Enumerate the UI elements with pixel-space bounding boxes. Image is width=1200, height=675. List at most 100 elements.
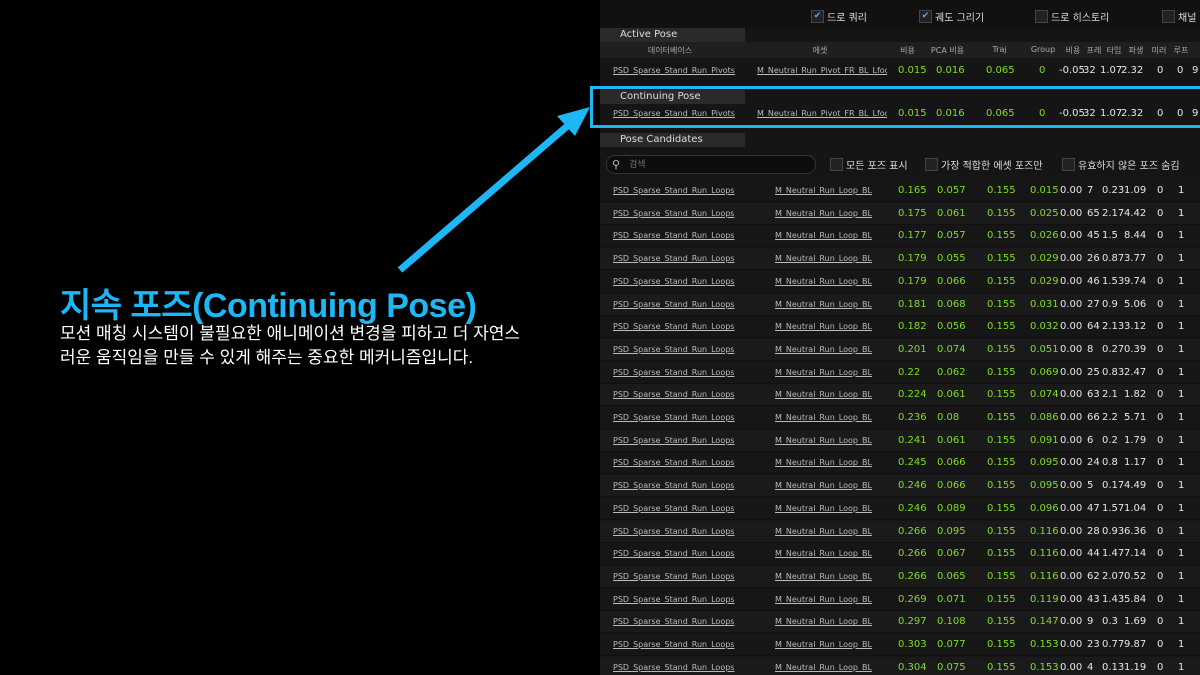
candidate-row[interactable]: PSD_Sparse_Stand_Run_Loops M_Neutral_Run_… (600, 338, 1200, 361)
col-c9[interactable]: 미러 (1150, 45, 1168, 56)
candidate-row[interactable]: PSD_Sparse_Stand_Run_Loops M_Neutral_Run_… (600, 565, 1200, 588)
candidate-row[interactable]: PSD_Sparse_Stand_Run_Loops M_Neutral_Run_… (600, 384, 1200, 407)
show-all-poses-label: 모든 포즈 표시 (846, 161, 908, 172)
candidate-row[interactable]: PSD_Sparse_Stand_Run_Loops M_Neutral_Run_… (600, 497, 1200, 520)
candidate-a-cell: 0.00 (1060, 639, 1083, 650)
candidate-f-cell: 1 (1178, 434, 1185, 446)
candidate-cost-cell: 0.165 (898, 185, 927, 196)
candidate-b-cell: 45 (1087, 230, 1100, 242)
candidate-row[interactable]: PSD_Sparse_Stand_Run_Loops M_Neutral_Run_… (600, 202, 1200, 225)
active-pose-header[interactable]: Active Pose (600, 28, 745, 42)
column-header-row: 데이터베이스 에셋 비용 PCA 비용 Traj Group 비용 프레 타임 … (600, 42, 1200, 58)
slide-title: 지속 포즈(Continuing Pose) (60, 287, 477, 325)
candidate-d-cell: 3.12 (1124, 321, 1147, 333)
col-asset[interactable]: 에셋 (750, 45, 890, 56)
candidate-row[interactable]: PSD_Sparse_Stand_Run_Loops M_Neutral_Run_… (600, 588, 1200, 611)
col-c10[interactable]: 루프 (1172, 45, 1190, 56)
candidate-db-cell: PSD_Sparse_Stand_Run_Loops (613, 413, 735, 422)
candidate-c-cell: 0.3 (1102, 616, 1118, 628)
col-c5[interactable]: 비용 (1063, 45, 1083, 56)
traj-cell: 0.065 (986, 65, 1015, 76)
candidate-f-cell: 1 (1178, 253, 1185, 265)
candidate-row[interactable]: PSD_Sparse_Stand_Run_Loops M_Neutral_Run_… (600, 225, 1200, 248)
candidate-asset-cell: M_Neutral_Run_Loop_BL (775, 231, 872, 241)
search-box[interactable]: ⚲ (606, 155, 816, 174)
col-c6[interactable]: 프레 (1085, 45, 1103, 56)
candidate-f-cell: 1 (1178, 548, 1185, 560)
col-c8[interactable]: 파생 (1125, 45, 1147, 56)
candidate-db-cell: PSD_Sparse_Stand_Run_Loops (613, 344, 735, 354)
candidate-pca-cell: 0.067 (937, 548, 966, 560)
candidate-a-cell: 0.00 (1060, 343, 1083, 355)
candidate-d-cell: 6.36 (1124, 525, 1147, 537)
candidate-b-cell: 63 (1087, 389, 1100, 401)
hide-invalid-checkbox[interactable]: 유효하지 않은 포즈 숨김 (1062, 157, 1180, 172)
pose-candidates-header[interactable]: Pose Candidates (600, 133, 745, 147)
candidate-db-cell: PSD_Sparse_Stand_Run_Loops (613, 594, 735, 604)
candidate-f-cell: 1 (1178, 389, 1185, 401)
candidate-asset-cell: M_Neutral_Run_Loop_BL (775, 571, 872, 581)
candidate-row[interactable]: PSD_Sparse_Stand_Run_Loops M_Neutral_Run_… (600, 656, 1200, 675)
candidate-traj-cell: 0.155 (987, 525, 1016, 537)
candidate-d-cell: 8.44 (1124, 230, 1147, 242)
candidate-row[interactable]: PSD_Sparse_Stand_Run_Loops M_Neutral_Run_… (600, 361, 1200, 384)
draw-query-checkbox[interactable]: ✔ 드로 쿼리 (811, 9, 867, 24)
col-pca-cost[interactable]: PCA 비용 (925, 45, 970, 56)
candidate-cost-cell: 0.179 (898, 253, 927, 265)
candidate-traj-cell: 0.155 (987, 185, 1016, 196)
candidate-b-cell: 25 (1087, 366, 1100, 378)
col-c7[interactable]: 타임 (1105, 45, 1123, 56)
candidate-group-cell: 0.069 (1030, 366, 1059, 378)
candidate-e-cell: 0 (1157, 185, 1164, 196)
candidate-e-cell: 0 (1157, 298, 1164, 310)
candidate-db-cell: PSD_Sparse_Stand_Run_Loops (613, 367, 735, 377)
candidate-db-cell: PSD_Sparse_Stand_Run_Loops (613, 231, 735, 241)
candidate-row[interactable]: PSD_Sparse_Stand_Run_Loops M_Neutral_Run_… (600, 248, 1200, 271)
draw-trajectory-checkbox[interactable]: ✔ 궤도 그리기 (919, 9, 984, 24)
candidate-row[interactable]: PSD_Sparse_Stand_Run_Loops M_Neutral_Run_… (600, 407, 1200, 429)
candidate-pca-cell: 0.066 (937, 480, 966, 492)
candidate-row[interactable]: PSD_Sparse_Stand_Run_Loops M_Neutral_Run_… (600, 543, 1200, 566)
col-group[interactable]: Group (1028, 45, 1058, 54)
candidate-asset-cell: M_Neutral_Run_Loop_BL (775, 299, 872, 309)
candidate-group-cell: 0.032 (1030, 321, 1059, 333)
show-all-poses-checkbox[interactable]: 모든 포즈 표시 (830, 157, 908, 172)
candidate-row[interactable]: PSD_Sparse_Stand_Run_Loops M_Neutral_Run_… (600, 180, 1200, 202)
candidate-asset-cell: M_Neutral_Run_Loop_BL (775, 367, 872, 377)
search-input[interactable] (627, 158, 811, 170)
col-traj[interactable]: Traj (982, 45, 1017, 54)
col-database[interactable]: 데이터베이스 (610, 45, 730, 56)
candidate-row[interactable]: PSD_Sparse_Stand_Run_Loops M_Neutral_Run_… (600, 452, 1200, 475)
candidate-row[interactable]: PSD_Sparse_Stand_Run_Loops M_Neutral_Run_… (600, 429, 1200, 452)
candidate-row[interactable]: PSD_Sparse_Stand_Run_Loops M_Neutral_Run_… (600, 270, 1200, 293)
best-asset-only-checkbox[interactable]: 가장 적합한 에셋 포즈만 (925, 157, 1043, 172)
draw-history-checkbox[interactable]: 드로 히스토리 (1035, 9, 1109, 24)
col-cost[interactable]: 비용 (895, 45, 920, 56)
candidate-pca-cell: 0.071 (937, 593, 966, 605)
candidate-asset-cell: M_Neutral_Run_Loop_BL (775, 413, 872, 422)
candidate-asset-cell: M_Neutral_Run_Loop_BL (775, 526, 872, 536)
candidate-row[interactable]: PSD_Sparse_Stand_Run_Loops M_Neutral_Run_… (600, 475, 1200, 498)
candidate-b-cell: 65 (1087, 207, 1100, 219)
active-pose-row[interactable]: PSD_Sparse_Stand_Run_Pivots M_Neutral_Ru… (600, 60, 1200, 82)
candidate-cost-cell: 0.266 (898, 570, 927, 582)
candidate-d-cell: 1.69 (1124, 616, 1147, 628)
candidate-row[interactable]: PSD_Sparse_Stand_Run_Loops M_Neutral_Run_… (600, 634, 1200, 656)
candidate-asset-cell: M_Neutral_Run_Loop_BL (775, 458, 872, 468)
candidate-d-cell: 3.77 (1124, 253, 1147, 265)
candidate-db-cell: PSD_Sparse_Stand_Run_Loops (613, 186, 735, 195)
candidate-row[interactable]: PSD_Sparse_Stand_Run_Loops M_Neutral_Run_… (600, 520, 1200, 543)
candidate-c-cell: 0.2 (1102, 434, 1118, 446)
candidate-c-cell: 2.2 (1102, 412, 1118, 423)
candidate-b-cell: 47 (1087, 502, 1100, 514)
candidate-d-cell: 0.52 (1124, 570, 1147, 582)
candidate-pca-cell: 0.108 (937, 616, 966, 628)
channel-checkbox[interactable]: 채널 (1162, 9, 1196, 24)
candidate-row[interactable]: PSD_Sparse_Stand_Run_Loops M_Neutral_Run_… (600, 611, 1200, 634)
candidate-row[interactable]: PSD_Sparse_Stand_Run_Loops M_Neutral_Run_… (600, 293, 1200, 316)
candidate-row[interactable]: PSD_Sparse_Stand_Run_Loops M_Neutral_Run_… (600, 316, 1200, 339)
candidate-e-cell: 0 (1157, 343, 1164, 355)
candidate-e-cell: 0 (1157, 230, 1164, 242)
candidate-c-cell: 2.1 (1102, 389, 1118, 401)
candidate-asset-cell: M_Neutral_Run_Loop_BL (775, 276, 872, 286)
